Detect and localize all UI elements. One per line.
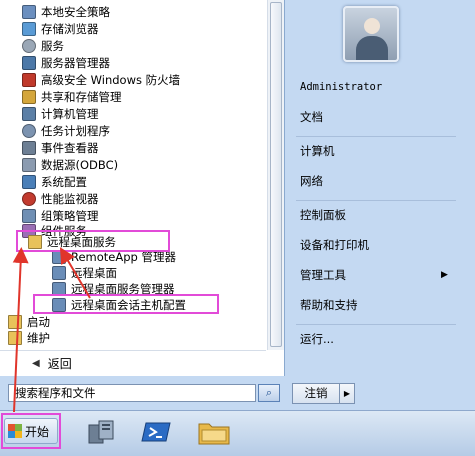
right-separator (296, 136, 456, 137)
performance-monitor-icon (22, 192, 36, 206)
server-manager-icon (22, 56, 36, 70)
back-arrow-icon: ◀ (32, 358, 40, 369)
user-body-icon (356, 36, 388, 60)
program-share-storage[interactable]: 共享和存储管理 (22, 89, 122, 105)
program-odbc[interactable]: 数据源(ODBC) (22, 157, 118, 173)
devices-printers-link[interactable]: 设备和打印机 (300, 236, 369, 254)
services-gear-icon (22, 39, 36, 53)
program-group-policy[interactable]: 组策略管理 (22, 208, 99, 224)
program-server-manager[interactable]: 服务器管理器 (22, 55, 110, 71)
remote-desktop-icon (52, 266, 66, 280)
program-computer-management[interactable]: 计算机管理 (22, 106, 99, 122)
explorer-taskbar-button[interactable] (196, 416, 232, 448)
search-area: 搜索程序和文件 ⌕ (0, 376, 285, 410)
user-name-link[interactable]: Administrator (300, 78, 382, 96)
event-viewer-icon (22, 141, 36, 155)
back-button[interactable]: ◀ 返回 (0, 350, 266, 376)
folder-startup[interactable]: 启动 (8, 314, 50, 330)
firewall-icon (22, 73, 36, 87)
program-performance-monitor[interactable]: 性能监视器 (22, 191, 99, 207)
program-system-config[interactable]: 系统配置 (22, 174, 87, 190)
program-task-scheduler[interactable]: 任务计划程序 (22, 123, 110, 139)
highlight-box-session-host-config (33, 294, 219, 314)
folder-icon (8, 331, 22, 345)
program-remote-desktop[interactable]: 远程桌面 (52, 265, 117, 281)
right-separator (296, 200, 456, 201)
program-firewall[interactable]: 高级安全 Windows 防火墙 (22, 72, 180, 88)
share-storage-icon (22, 90, 36, 104)
search-icon: ⌕ (265, 386, 273, 399)
submenu-arrow-icon: ▶ (441, 270, 448, 280)
folder-icon (8, 315, 22, 329)
explorer-folder-icon (198, 423, 230, 445)
odbc-icon (22, 158, 36, 172)
right-separator (296, 324, 456, 325)
program-local-security-policy[interactable]: 本地安全策略 (22, 4, 110, 20)
search-button[interactable]: ⌕ (258, 384, 280, 402)
system-config-icon (22, 175, 36, 189)
program-event-viewer[interactable]: 事件查看器 (22, 140, 99, 156)
highlight-box-remote-desktop-services (16, 230, 170, 252)
search-input[interactable]: 搜索程序和文件 (8, 384, 256, 402)
start-menu: 本地安全策略 存储浏览器 服务 服务器管理器 高级安全 Windows 防火墙 … (0, 0, 475, 410)
powershell-icon (141, 422, 171, 442)
program-services[interactable]: 服务 (22, 38, 64, 54)
task-scheduler-icon (22, 124, 36, 138)
storage-explorer-icon (22, 22, 36, 36)
server-manager-taskbar-button[interactable] (84, 416, 120, 448)
powershell-taskbar-button[interactable] (138, 416, 174, 448)
server-manager-icon (88, 420, 114, 444)
security-policy-icon (22, 5, 36, 19)
user-avatar[interactable] (343, 6, 399, 62)
scrollbar-thumb[interactable] (270, 2, 282, 347)
run-link[interactable]: 运行... (300, 330, 334, 348)
group-policy-icon (22, 209, 36, 223)
control-panel-link[interactable]: 控制面板 (300, 206, 346, 224)
computer-link[interactable]: 计算机 (300, 142, 335, 160)
help-support-link[interactable]: 帮助和支持 (300, 296, 358, 314)
documents-link[interactable]: 文档 (300, 108, 323, 126)
programs-scrollbar[interactable] (267, 0, 284, 350)
programs-pane: 本地安全策略 存储浏览器 服务 服务器管理器 高级安全 Windows 防火墙 … (0, 0, 285, 376)
network-link[interactable]: 网络 (300, 172, 323, 190)
folder-maintenance[interactable]: 维护 (8, 330, 50, 346)
program-storage-explorer[interactable]: 存储浏览器 (22, 21, 99, 37)
remoteapp-icon (52, 250, 66, 264)
logoff-button[interactable]: 注销 (292, 383, 340, 404)
computer-management-icon (22, 107, 36, 121)
admin-tools-link[interactable]: 管理工具 (300, 266, 346, 284)
shutdown-options-button[interactable]: ▶ (340, 383, 355, 404)
user-head-icon (364, 18, 380, 34)
taskbar (0, 410, 475, 456)
highlight-box-start-button (1, 413, 61, 449)
